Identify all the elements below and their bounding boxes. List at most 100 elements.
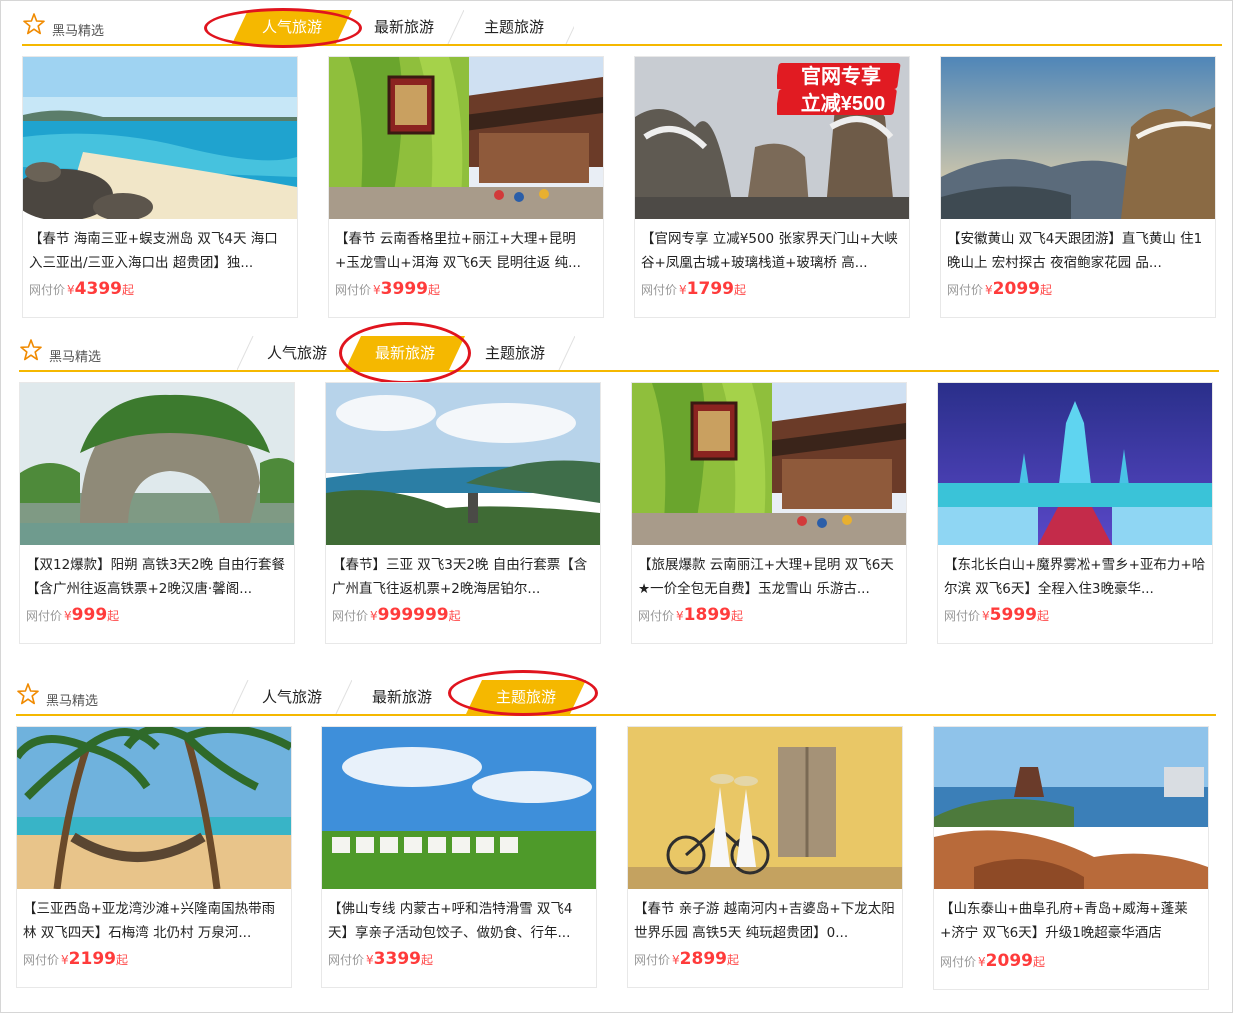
product-card[interactable]: 【春节】三亚 双飞3天2晚 自由行套票【含广州直飞往返机票+2晚海居铂尔... …	[325, 382, 601, 644]
star-icon	[20, 339, 42, 361]
price-suffix: 起	[1036, 609, 1049, 623]
product-title: 【佛山专线 内蒙古+呼和浩特滑雪 双飞4天】享亲子活动包饺子、做奶食、行年...	[328, 901, 573, 941]
price-value: 2199	[68, 949, 116, 969]
currency-symbol: ¥	[985, 283, 993, 297]
tab-popular[interactable]: 人气旅游	[237, 336, 357, 370]
product-image	[941, 57, 1215, 219]
star-icon	[23, 13, 45, 35]
product-card[interactable]: 【春节 云南香格里拉+丽江+大理+昆明+玉龙雪山+洱海 双飞6天 昆明往返 纯.…	[328, 56, 604, 318]
product-card[interactable]: 【佛山专线 内蒙古+呼和浩特滑雪 双飞4天】享亲子活动包饺子、做奶食、行年...…	[321, 726, 597, 988]
price-suffix: 起	[733, 283, 746, 297]
currency-symbol: ¥	[67, 283, 75, 297]
price-suffix: 起	[448, 609, 461, 623]
tab-newest[interactable]: 最新旅游	[345, 336, 465, 370]
section-header: 黑马精选 人气旅游 最新旅游 主题旅游	[22, 10, 1222, 46]
price-label: 网付价	[23, 953, 60, 967]
price-row: 网付价 ¥999999起	[332, 605, 461, 629]
section-newest: 黑马精选 人气旅游 最新旅游 主题旅游 【双12爆款】阳朔 高铁3天2晚 自由行…	[19, 322, 1219, 646]
product-image	[628, 727, 902, 889]
price-label: 网付价	[328, 953, 365, 967]
price-value: 2099	[992, 279, 1040, 299]
product-title: 【春节 云南香格里拉+丽江+大理+昆明+玉龙雪山+洱海 双飞6天 昆明往返 纯.…	[335, 231, 581, 271]
price-row: 网付价 ¥2199起	[23, 949, 128, 973]
tab-theme[interactable]: 主题旅游	[455, 336, 575, 370]
price-suffix: 起	[107, 609, 120, 623]
brand-label: 黑马精选	[49, 350, 102, 365]
product-card[interactable]: 【安徽黄山 双飞4天跟团游】直飞黄山 住1晚山上 宏村探古 夜宿鲍家花园 品..…	[940, 56, 1216, 318]
currency-symbol: ¥	[61, 953, 69, 967]
product-title: 【官网专享 立减¥500 张家界天门山+大峡谷+凤凰古城+玻璃栈道+玻璃桥 高.…	[641, 231, 898, 271]
product-card[interactable]: 【春节 海南三亚+蜈支洲岛 双飞4天 海口入三亚出/三亚入海口出 超贵团】独..…	[22, 56, 298, 318]
product-title: 【春节】三亚 双飞3天2晚 自由行套票【含广州直飞往返机票+2晚海居铂尔...	[332, 557, 588, 597]
price-label: 网付价	[29, 283, 66, 297]
product-image	[20, 383, 294, 545]
product-card[interactable]: 【春节 亲子游 越南河内+吉婆岛+下龙太阳世界乐园 高铁5天 纯玩超贵团】0..…	[627, 726, 903, 988]
price-suffix: 起	[427, 283, 440, 297]
product-card[interactable]: 【双12爆款】阳朔 高铁3天2晚 自由行套餐【含广州往返高铁票+2晚汉唐·馨阁.…	[19, 382, 295, 644]
price-label: 网付价	[634, 953, 671, 967]
price-label: 网付价	[335, 283, 372, 297]
price-row: 网付价 ¥999起	[26, 605, 119, 629]
brand-label: 黑马精选	[46, 694, 99, 709]
star-icon	[17, 683, 39, 705]
svg-text:官网专享: 官网专享	[801, 64, 881, 88]
product-image	[23, 57, 297, 219]
product-title: 【东北长白山+魔界雾凇+雪乡+亚布力+哈尔滨 双飞6天】全程入住3晚豪华...	[944, 557, 1206, 597]
product-card[interactable]: 官网专享 立减¥500 【官网专享 立减¥500 张家界天门山+大峡谷+凤凰古城…	[634, 56, 910, 318]
product-image	[632, 383, 906, 545]
product-image	[329, 57, 603, 219]
price-value: 999999	[377, 605, 449, 625]
price-label: 网付价	[940, 955, 977, 969]
product-image	[326, 383, 600, 545]
product-image: 官网专享 立减¥500	[635, 57, 909, 219]
section-header: 黑马精选 人气旅游 最新旅游 主题旅游	[16, 680, 1216, 716]
price-value: 1899	[683, 605, 731, 625]
price-row: 网付价 ¥1799起	[641, 279, 746, 303]
price-label: 网付价	[332, 609, 369, 623]
price-row: 网付价 ¥1899起	[638, 605, 743, 629]
product-title: 【双12爆款】阳朔 高铁3天2晚 自由行套餐【含广州往返高铁票+2晚汉唐·馨阁.…	[26, 557, 285, 597]
tab-newest[interactable]: 最新旅游	[342, 680, 462, 714]
price-value: 3399	[373, 949, 421, 969]
tab-popular[interactable]: 人气旅游	[232, 10, 352, 44]
product-card[interactable]: 【旅展爆款 云南丽江+大理+昆明 双飞6天★一价全包无自费】玉龙雪山 乐游古..…	[631, 382, 907, 644]
price-value: 2099	[985, 951, 1033, 971]
tab-theme[interactable]: 主题旅游	[466, 680, 586, 714]
product-image	[934, 727, 1208, 889]
product-card[interactable]: 【山东泰山+曲阜孔府+青岛+威海+蓬莱+济宁 双飞6天】升级1晚超豪华酒店 网付…	[933, 726, 1209, 990]
price-suffix: 起	[1032, 955, 1045, 969]
product-image	[322, 727, 596, 889]
price-value: 4399	[74, 279, 122, 299]
price-value: 3999	[380, 279, 428, 299]
price-row: 网付价 ¥2099起	[940, 951, 1045, 975]
price-suffix: 起	[115, 953, 128, 967]
product-card[interactable]: 【三亚西岛+亚龙湾沙滩+兴隆南国热带雨林 双飞四天】石梅湾 北仍村 万泉河...…	[16, 726, 292, 988]
price-label: 网付价	[947, 283, 984, 297]
price-suffix: 起	[1039, 283, 1052, 297]
tab-popular[interactable]: 人气旅游	[232, 680, 352, 714]
price-label: 网付价	[944, 609, 981, 623]
currency-symbol: ¥	[366, 953, 374, 967]
currency-symbol: ¥	[672, 953, 680, 967]
product-image	[938, 383, 1212, 545]
price-value: 2899	[679, 949, 727, 969]
price-row: 网付价 ¥2099起	[947, 279, 1052, 303]
section-header: 黑马精选 人气旅游 最新旅游 主题旅游	[19, 336, 1219, 372]
product-title: 【春节 亲子游 越南河内+吉婆岛+下龙太阳世界乐园 高铁5天 纯玩超贵团】0..…	[634, 901, 895, 941]
tab-theme[interactable]: 主题旅游	[454, 10, 574, 44]
tab-newest[interactable]: 最新旅游	[344, 10, 464, 44]
section-popular: 黑马精选 人气旅游 最新旅游 主题旅游 【春节 海南三亚+蜈支洲岛 双飞4天 海…	[22, 8, 1222, 320]
product-title: 【旅展爆款 云南丽江+大理+昆明 双飞6天★一价全包无自费】玉龙雪山 乐游古..…	[638, 557, 894, 597]
section-theme: 黑马精选 人气旅游 最新旅游 主题旅游 【三亚西岛+亚龙湾沙滩+兴隆南国热带雨林…	[16, 670, 1216, 990]
product-title: 【三亚西岛+亚龙湾沙滩+兴隆南国热带雨林 双飞四天】石梅湾 北仍村 万泉河...	[23, 901, 276, 941]
currency-symbol: ¥	[373, 283, 381, 297]
price-value: 5999	[989, 605, 1037, 625]
product-title: 【安徽黄山 双飞4天跟团游】直飞黄山 住1晚山上 宏村探古 夜宿鲍家花园 品..…	[947, 231, 1203, 271]
product-title: 【山东泰山+曲阜孔府+青岛+威海+蓬莱+济宁 双飞6天】升级1晚超豪华酒店	[940, 901, 1188, 941]
price-value: 1799	[686, 279, 734, 299]
price-row: 网付价 ¥3399起	[328, 949, 433, 973]
price-suffix: 起	[726, 953, 739, 967]
price-row: 网付价 ¥4399起	[29, 279, 134, 303]
price-value: 999	[71, 605, 108, 625]
product-card[interactable]: 【东北长白山+魔界雾凇+雪乡+亚布力+哈尔滨 双飞6天】全程入住3晚豪华... …	[937, 382, 1213, 644]
